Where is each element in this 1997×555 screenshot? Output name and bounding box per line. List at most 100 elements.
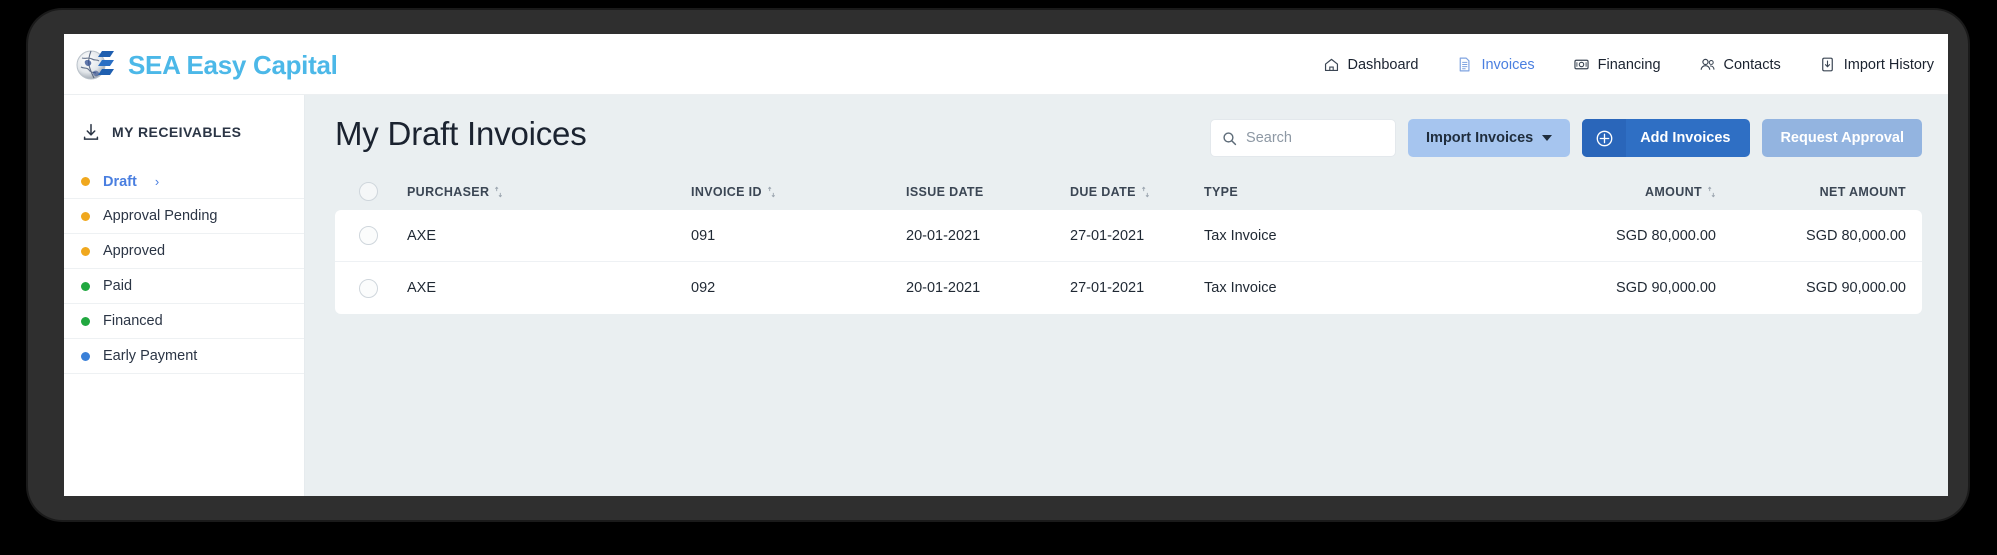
nav-item-dashboard[interactable]: Dashboard	[1323, 56, 1418, 73]
column-header-invoice-id[interactable]: INVOICE ID	[691, 185, 906, 199]
add-invoices-label: Add Invoices	[1640, 130, 1731, 146]
column-header-purchaser[interactable]: PURCHASER	[401, 185, 691, 199]
search-icon	[1223, 131, 1237, 145]
chevron-down-icon	[1542, 135, 1553, 141]
select-all-checkbox[interactable]	[358, 182, 378, 201]
sidebar-list: Draft › Approval Pending Approved Paid F…	[64, 164, 304, 374]
invoices-table: PURCHASER INVOICE ID ISSUE DATE DUE DATE…	[335, 173, 1922, 314]
sidebar-label-early-payment: Early Payment	[103, 348, 198, 364]
column-label-type: TYPE	[1204, 184, 1239, 199]
sort-arrows-icon	[1708, 186, 1715, 197]
import-invoices-label: Import Invoices	[1426, 130, 1534, 146]
status-dot-approved	[81, 246, 90, 256]
nav-label-invoices: Invoices	[1481, 56, 1535, 73]
import-icon	[1821, 57, 1833, 72]
chevron-right-icon: ›	[154, 174, 160, 189]
nav-item-contacts[interactable]: Contacts	[1699, 56, 1781, 73]
request-approval-label: Request Approval	[1780, 130, 1904, 146]
row-checkbox[interactable]	[358, 226, 378, 245]
status-dot-early-payment	[81, 351, 90, 361]
people-icon	[1700, 58, 1714, 70]
import-invoices-button[interactable]: Import Invoices	[1408, 119, 1571, 157]
sidebar-item-paid[interactable]: Paid	[64, 269, 304, 304]
column-header-due-date[interactable]: DUE DATE	[1070, 185, 1204, 199]
nav-label-financing: Financing	[1597, 56, 1661, 73]
device-bezel: SEA Easy Capital Dashboard Invoices Fina…	[28, 10, 1968, 520]
brand-name: SEA Easy Capital	[128, 49, 338, 80]
main-nav: Dashboard Invoices Financing Contacts Im…	[1323, 34, 1934, 95]
nav-item-financing[interactable]: Financing	[1573, 56, 1661, 73]
table-row[interactable]: AXE 091 20-01-2021 27-01-2021 Tax Invoic…	[335, 210, 1922, 262]
column-header-type: TYPE	[1204, 185, 1494, 199]
column-label-purchaser: PURCHASER	[407, 184, 490, 199]
column-label-issue-date: ISSUE DATE	[906, 184, 984, 199]
sidebar-item-approval-pending[interactable]: Approval Pending	[64, 199, 304, 234]
row-select-cell	[335, 226, 401, 245]
brand-logo[interactable]: SEA Easy Capital	[76, 45, 338, 85]
status-dot-paid	[81, 281, 90, 291]
content-area: My Draft Invoices Import Invoices	[305, 95, 1948, 496]
sidebar-heading: MY RECEIVABLES	[64, 95, 304, 142]
nav-item-invoices[interactable]: Invoices	[1456, 56, 1535, 73]
app-screen: SEA Easy Capital Dashboard Invoices Fina…	[64, 34, 1948, 496]
globe-bars-logo-icon	[76, 50, 114, 80]
column-label-amount: AMOUNT	[1645, 184, 1702, 199]
column-label-invoice-id: INVOICE ID	[691, 184, 762, 199]
sort-arrows-icon	[495, 186, 503, 197]
select-all-cell	[335, 182, 401, 201]
cell-purchaser: AXE	[407, 227, 437, 244]
table-body: AXE 091 20-01-2021 27-01-2021 Tax Invoic…	[335, 210, 1922, 314]
sidebar-item-approved[interactable]: Approved	[64, 234, 304, 269]
row-select-cell	[335, 278, 401, 298]
status-dot-approval-pending	[81, 211, 90, 221]
row-checkbox[interactable]	[358, 278, 378, 298]
nav-label-contacts: Contacts	[1723, 56, 1781, 73]
sidebar-label-paid: Paid	[103, 278, 133, 294]
cell-issue-date: 20-01-2021	[906, 227, 981, 244]
top-navigation-bar: SEA Easy Capital Dashboard Invoices Fina…	[64, 34, 1948, 95]
sidebar-label-draft: Draft	[103, 173, 137, 190]
cell-net-amount: SGD 90,000.00	[1806, 280, 1906, 296]
body-area: MY RECEIVABLES Draft › Approval Pending	[64, 95, 1948, 496]
status-dot-financed	[81, 316, 90, 326]
download-icon	[83, 123, 99, 140]
request-approval-button[interactable]: Request Approval	[1762, 119, 1922, 157]
column-header-net-amount: NET AMOUNT	[1716, 185, 1922, 199]
search-box[interactable]	[1210, 119, 1397, 157]
nav-label-import-history: Import History	[1843, 56, 1934, 73]
home-icon	[1324, 58, 1338, 72]
plus-circle-icon	[1582, 119, 1627, 157]
cell-type: Tax Invoice	[1204, 227, 1277, 244]
cell-invoice-id: 092	[691, 280, 716, 296]
cell-invoice-id: 091	[691, 227, 716, 244]
column-label-due-date: DUE DATE	[1070, 184, 1136, 199]
nav-item-import-history[interactable]: Import History	[1819, 56, 1934, 73]
table-row[interactable]: AXE 092 20-01-2021 27-01-2021 Tax Invoic…	[335, 262, 1922, 314]
add-invoices-button[interactable]: Add Invoices	[1582, 119, 1751, 157]
column-label-net-amount: NET AMOUNT	[1819, 184, 1906, 199]
sidebar-item-financed[interactable]: Financed	[64, 304, 304, 339]
document-icon	[1460, 57, 1470, 72]
sidebar-label-approval-pending: Approval Pending	[103, 208, 218, 224]
sidebar-item-early-payment[interactable]: Early Payment	[64, 339, 304, 374]
cell-due-date: 27-01-2021	[1070, 227, 1145, 244]
sidebar: MY RECEIVABLES Draft › Approval Pending	[64, 95, 305, 496]
table-header-row: PURCHASER INVOICE ID ISSUE DATE DUE DATE…	[335, 173, 1922, 210]
cell-purchaser: AXE	[407, 280, 437, 296]
content-header: My Draft Invoices Import Invoices	[305, 95, 1948, 181]
search-input[interactable]	[1246, 130, 1377, 146]
cell-issue-date: 20-01-2021	[906, 280, 981, 296]
cell-type: Tax Invoice	[1204, 280, 1277, 296]
column-header-amount[interactable]: AMOUNT	[1494, 185, 1716, 199]
sidebar-label-approved: Approved	[103, 243, 166, 259]
page-title: My Draft Invoices	[335, 115, 587, 152]
sort-arrows-icon	[1141, 186, 1149, 197]
sidebar-label-financed: Financed	[103, 313, 163, 329]
sidebar-heading-label: MY RECEIVABLES	[112, 124, 242, 140]
status-dot-draft	[81, 177, 90, 186]
column-header-issue-date: ISSUE DATE	[906, 185, 1070, 199]
sort-arrows-icon	[767, 186, 775, 197]
sidebar-item-draft[interactable]: Draft ›	[64, 164, 304, 199]
cell-due-date: 27-01-2021	[1070, 280, 1145, 296]
cell-amount: SGD 80,000.00	[1616, 227, 1716, 244]
